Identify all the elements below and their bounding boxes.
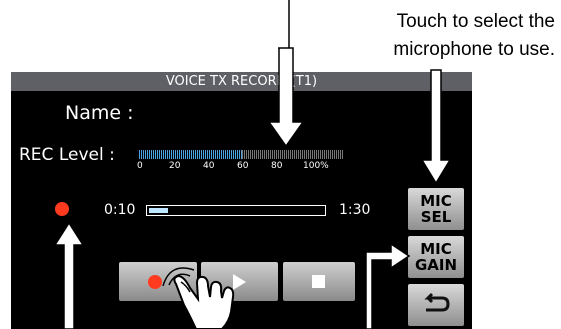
touch-hand-icon [162,267,235,329]
record-indicator-callout-arrow [53,221,85,329]
annotation-arrows [53,0,452,329]
mic-gain-callout-arrow [365,242,411,329]
meter-callout-arrow [267,0,305,148]
mic-sel-callout-arrow [420,69,452,185]
